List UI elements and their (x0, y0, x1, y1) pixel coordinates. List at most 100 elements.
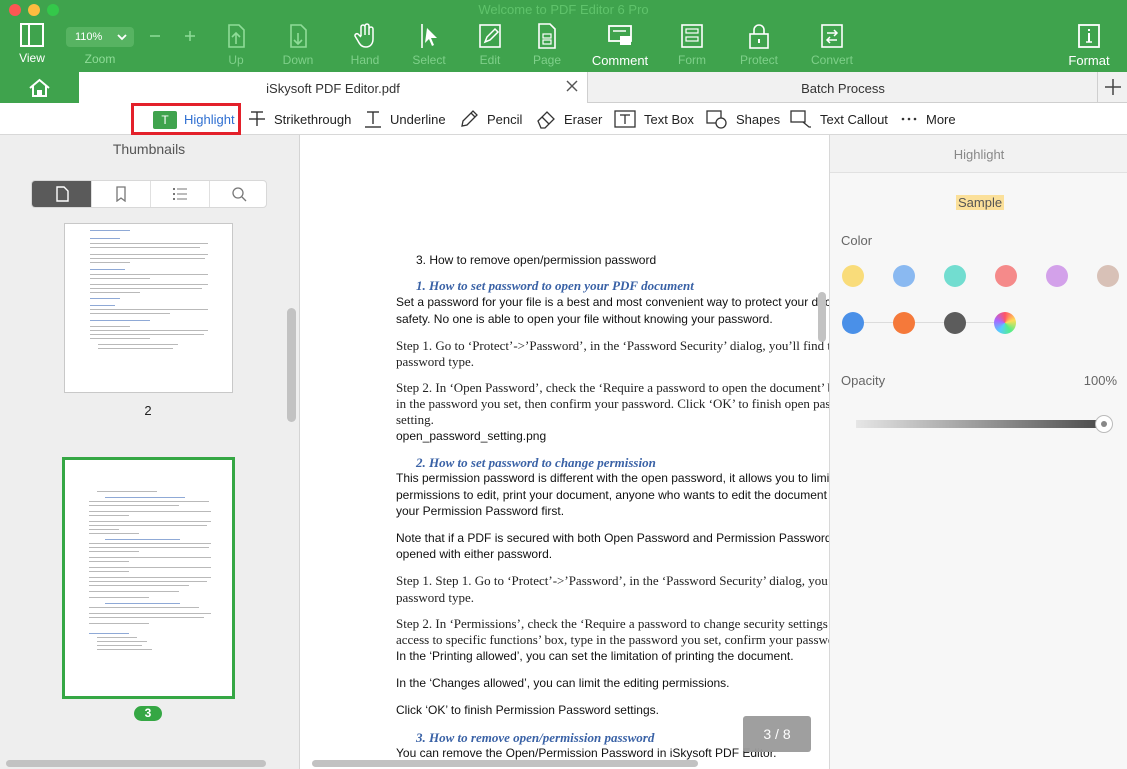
color-swatch[interactable] (1046, 265, 1068, 287)
document-heading: 3. How to remove open/permission passwor… (416, 730, 655, 745)
eraser-label: Eraser (564, 111, 603, 127)
document-text-line: This permission password is different wi… (396, 471, 829, 485)
callout-icon (790, 110, 811, 128)
opacity-slider-track[interactable] (856, 420, 1104, 428)
edit-button[interactable]: Edit (470, 22, 510, 70)
color-swatch[interactable] (944, 312, 966, 334)
view-button[interactable]: View (12, 22, 52, 70)
tab-search[interactable] (209, 181, 268, 207)
opacity-slider-handle[interactable] (1095, 415, 1113, 433)
protect-label: Protect (739, 53, 778, 67)
document-text-line: You can remove the Open/Permission Passw… (396, 746, 777, 760)
document-text-line: Click ‘OK’ to finish Permission Password… (396, 703, 659, 717)
home-tab[interactable] (0, 72, 79, 103)
document-scrollbar[interactable] (818, 292, 826, 342)
text-callout-tool-button[interactable]: Text Callout (790, 103, 888, 135)
batch-tab-label: Batch Process (801, 81, 885, 96)
page-up-button[interactable]: Up (216, 22, 256, 70)
close-icon[interactable] (565, 79, 579, 96)
zoom-in-button[interactable] (183, 28, 197, 47)
properties-title: Highlight (953, 147, 1005, 162)
pencil-tool-button[interactable]: Pencil (459, 103, 522, 135)
comment-button[interactable]: Comment (590, 22, 650, 70)
lock-icon (749, 24, 769, 49)
color-swatch[interactable] (842, 265, 864, 287)
format-button[interactable]: Format (1064, 22, 1114, 70)
highlight-label: Highlight (184, 112, 235, 127)
document-text-line: Step 2. In ‘Permissions’, check the ‘Req… (396, 616, 829, 631)
add-tab-button[interactable] (1097, 72, 1127, 103)
document-heading: 2. How to set password to change permiss… (416, 455, 656, 470)
document-view[interactable]: 3. How to remove open/permission passwor… (300, 135, 829, 769)
document-heading: 1. How to set password to open your PDF … (416, 278, 694, 293)
underline-tool-button[interactable]: Underline (364, 103, 446, 135)
zoom-select[interactable]: 110% (66, 27, 134, 47)
document-text-line: safety. No one is able to open your file… (396, 312, 773, 326)
more-tools-button[interactable]: More (900, 103, 956, 135)
color-swatch[interactable] (842, 312, 864, 334)
document-text-line: your Permission Password first. (396, 504, 565, 518)
hand-tool-button[interactable]: Hand (345, 22, 385, 70)
tab-bookmarks[interactable] (91, 181, 150, 207)
view-icon (20, 23, 44, 47)
underline-label: Underline (390, 111, 446, 127)
document-horizontal-scrollbar[interactable] (312, 760, 698, 767)
page-thumbnail-icon (55, 186, 69, 202)
textbox-icon (614, 110, 636, 128)
form-icon (681, 24, 703, 48)
page-down-icon (290, 24, 307, 48)
page-down-button[interactable]: Down (278, 22, 318, 70)
text-callout-label: Text Callout (820, 111, 888, 127)
tab-batch-process[interactable]: Batch Process (589, 72, 1097, 103)
strikethrough-icon (249, 111, 265, 126)
form-label: Form (678, 53, 706, 67)
page-number-2: 2 (144, 403, 152, 418)
pencil-label: Pencil (487, 111, 523, 127)
color-swatch[interactable] (1097, 265, 1119, 287)
hand-label: Hand (350, 53, 380, 67)
eraser-tool-button[interactable]: Eraser (536, 103, 602, 135)
properties-header: Highlight (830, 135, 1127, 173)
thumbnails-title: Thumbnails (112, 141, 186, 157)
document-text-line: In the ‘Printing allowed’, you can set t… (396, 649, 794, 663)
color-swatch[interactable] (893, 265, 915, 287)
color-swatch[interactable] (995, 265, 1017, 287)
tab-document[interactable]: iSkysoft PDF Editor.pdf (79, 72, 588, 103)
annotation-toolbar: T Highlight Strikethrough Underline Penc… (0, 103, 1127, 135)
swatch-divider (850, 322, 1010, 323)
bookmark-icon (116, 186, 126, 202)
strikethrough-tool-button[interactable]: Strikethrough (248, 103, 351, 135)
zoom-out-button[interactable] (148, 28, 162, 49)
page-thumbnail-3[interactable] (62, 457, 235, 699)
minus-icon (150, 35, 160, 37)
protect-button[interactable]: Protect (734, 22, 784, 70)
custom-color-swatch[interactable] (994, 312, 1016, 334)
info-icon (1078, 24, 1100, 48)
underline-icon (365, 111, 381, 128)
comment-label: Comment (591, 53, 649, 68)
tab-outline[interactable] (150, 181, 209, 207)
tab-bar: iSkysoft PDF Editor.pdf Batch Process (0, 72, 1127, 103)
form-button[interactable]: Form (672, 22, 712, 70)
thumbnail-horizontal-scrollbar[interactable] (6, 760, 266, 767)
more-icon (901, 117, 917, 121)
color-swatch[interactable] (893, 312, 915, 334)
thumbnail-scrollbar[interactable] (287, 308, 296, 422)
page-thumbnail-2[interactable] (64, 223, 233, 393)
document-text-line: opened with either password. (396, 547, 553, 561)
convert-button[interactable]: Convert (805, 22, 859, 70)
format-label: Format (1068, 53, 1110, 68)
comment-icon (608, 25, 632, 45)
textbox-tool-button[interactable]: Text Box (614, 103, 694, 135)
highlight-icon: T (153, 111, 177, 129)
highlight-tool-button[interactable]: T Highlight (131, 103, 241, 135)
page-button[interactable]: Page (527, 22, 567, 70)
document-text-line: Step 1. Step 1. Go to ‘Protect’->’Passwo… (396, 573, 829, 588)
page-icon (538, 23, 556, 49)
select-icon (421, 24, 437, 48)
shapes-tool-button[interactable]: Shapes (706, 103, 780, 135)
tab-thumbnails[interactable] (32, 181, 91, 207)
window-title: Welcome to PDF Editor 6 Pro (478, 2, 649, 17)
select-tool-button[interactable]: Select (408, 22, 450, 70)
color-swatch[interactable] (944, 265, 966, 287)
